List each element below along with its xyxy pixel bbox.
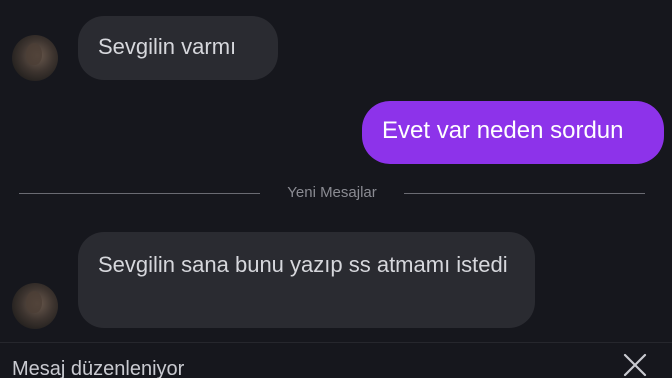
divider-line-left [19, 193, 260, 194]
contact-avatar[interactable] [12, 283, 58, 329]
close-icon[interactable] [620, 350, 650, 378]
contact-avatar[interactable] [12, 35, 58, 81]
edit-message-label: Mesaj düzenleniyor [12, 358, 185, 378]
incoming-message[interactable]: Sevgilin sana bunu yazıp ss atmamı isted… [78, 232, 535, 328]
outgoing-message[interactable]: Evet var neden sordun [362, 101, 664, 164]
chat-screen: Sevgilin varmı Evet var neden sordun Yen… [0, 0, 672, 378]
edit-message-bar: Mesaj düzenleniyor [0, 342, 672, 378]
divider-line-right [404, 193, 645, 194]
new-messages-divider-label: Yeni Mesajlar [287, 184, 377, 201]
incoming-message[interactable]: Sevgilin varmı [78, 16, 278, 80]
